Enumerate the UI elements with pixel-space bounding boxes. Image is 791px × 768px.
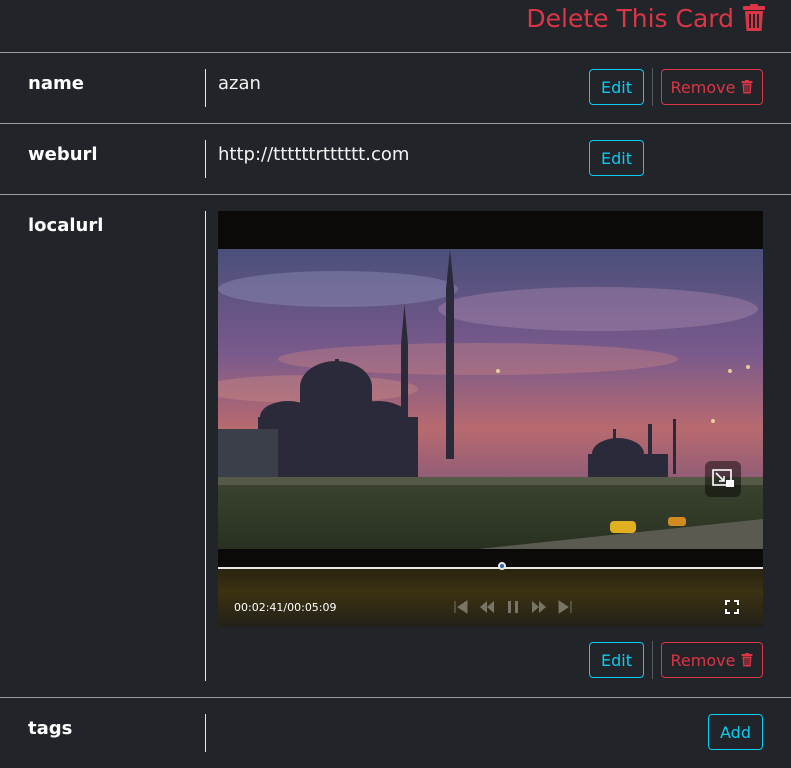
divider: [205, 211, 206, 681]
card-header: Delete This Card: [0, 0, 791, 53]
edit-label: Edit: [601, 148, 632, 168]
video-player[interactable]: 00:02:41/00:05:09: [218, 211, 763, 627]
edit-label: Edit: [601, 77, 632, 97]
button-divider: [652, 641, 653, 679]
trash-icon: [743, 4, 765, 31]
video-progress-bar[interactable]: [218, 567, 763, 569]
field-key: localurl: [28, 215, 104, 236]
video-time-display: 00:02:41/00:05:09: [234, 601, 337, 614]
fast-forward-icon[interactable]: [531, 600, 547, 614]
divider: [205, 69, 206, 107]
field-key: weburl: [28, 144, 98, 165]
video-frame: [218, 249, 763, 549]
trash-icon: [741, 653, 753, 667]
field-row-name: name azan Edit Remove: [0, 53, 791, 124]
video-progress-handle[interactable]: [497, 562, 506, 570]
remove-button[interactable]: Remove: [661, 69, 763, 105]
field-row-tags: tags Add: [0, 698, 791, 768]
remove-label: Remove: [670, 77, 736, 97]
divider: [205, 140, 206, 178]
field-value: http://ttttttrtttttt.com: [218, 144, 410, 165]
field-key: name: [28, 73, 84, 94]
edit-button[interactable]: Edit: [589, 69, 644, 105]
add-tag-button[interactable]: Add: [708, 714, 763, 750]
field-key: tags: [28, 718, 73, 739]
remove-label: Remove: [670, 650, 736, 670]
video-controls: [218, 569, 763, 627]
divider: [205, 714, 206, 752]
fullscreen-icon[interactable]: [725, 600, 739, 614]
field-row-weburl: weburl http://ttttttrtttttt.com Edit: [0, 124, 791, 195]
skip-forward-icon[interactable]: [557, 600, 573, 614]
skip-back-icon[interactable]: [453, 600, 469, 614]
field-value: azan: [218, 73, 261, 94]
picture-in-picture-icon[interactable]: [705, 461, 741, 497]
trash-icon: [741, 80, 753, 94]
field-row-localurl: localurl 00:02:41/00:05:09 Edit Remove: [0, 195, 791, 698]
rewind-icon[interactable]: [479, 600, 495, 614]
pause-icon[interactable]: [505, 600, 521, 614]
edit-label: Edit: [601, 650, 632, 670]
add-label: Add: [720, 722, 751, 742]
delete-card-label: Delete This Card: [526, 3, 734, 33]
remove-button[interactable]: Remove: [661, 642, 763, 678]
edit-button[interactable]: Edit: [589, 140, 644, 176]
delete-card-button[interactable]: Delete This Card: [526, 0, 766, 36]
playback-controls: [453, 600, 573, 614]
edit-button[interactable]: Edit: [589, 642, 644, 678]
button-divider: [652, 68, 653, 106]
